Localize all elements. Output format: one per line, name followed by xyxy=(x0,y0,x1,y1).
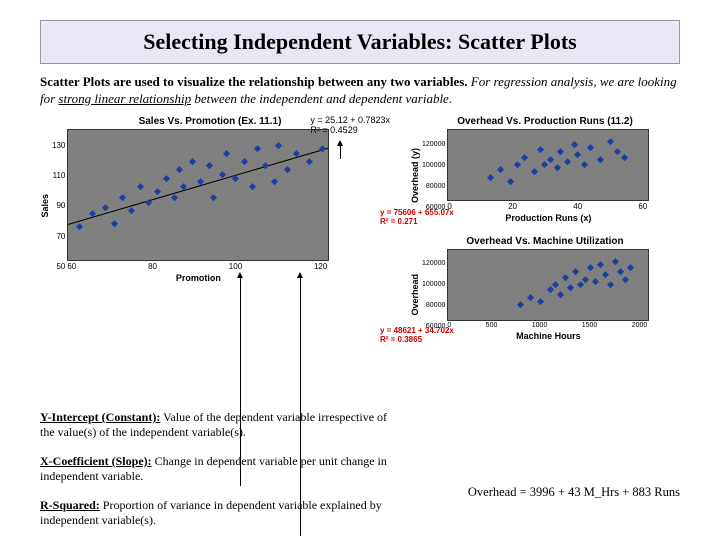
chart3-plot xyxy=(447,249,649,321)
chart1-ylabel: Sales xyxy=(40,194,50,218)
data-point xyxy=(176,167,183,174)
data-point xyxy=(189,158,196,165)
data-point xyxy=(154,188,161,195)
chart1-yticks: 130 110 90 70 50 xyxy=(52,141,65,271)
data-point xyxy=(597,156,604,163)
chart2-title: Overhead Vs. Production Runs (11.2) xyxy=(410,116,680,127)
chart2-yticks: 120000 100000 80000 60000 xyxy=(422,141,445,211)
data-point xyxy=(572,268,579,275)
data-point xyxy=(564,158,571,165)
chart1-equation: y = 25.12 + 0.7823x R² = 0.4529 xyxy=(310,116,390,136)
data-point xyxy=(128,207,135,214)
data-point xyxy=(547,156,554,163)
data-point xyxy=(284,167,291,174)
data-point xyxy=(581,161,588,168)
data-point xyxy=(223,150,230,157)
chart1-plot xyxy=(67,129,329,261)
chart-overhead-runs: Overhead Vs. Production Runs (11.2) Over… xyxy=(410,116,680,223)
chart2-plot xyxy=(447,129,649,201)
overhead-equation: Overhead = 3996 + 43 M_Hrs + 883 Runs xyxy=(468,485,680,500)
data-point xyxy=(319,145,326,152)
data-point xyxy=(537,146,544,153)
chart-sales-promotion: Sales Vs. Promotion (Ex. 11.1) Sales 130… xyxy=(40,116,380,283)
data-point xyxy=(497,166,504,173)
chart1-xlabel: Promotion xyxy=(67,273,329,283)
chart2-ylabel: Overhead (y) xyxy=(410,148,420,203)
data-point xyxy=(275,142,282,149)
data-point xyxy=(521,154,528,161)
data-point xyxy=(254,145,261,152)
data-point xyxy=(537,298,544,305)
data-point xyxy=(210,194,217,201)
chart2-equation: y = 75606 + 655.07x R² = 0.271 xyxy=(380,209,454,227)
data-point xyxy=(232,175,239,182)
intro-emph: strong linear relationship xyxy=(58,91,191,106)
data-point xyxy=(552,281,559,288)
data-point xyxy=(571,141,578,148)
data-point xyxy=(241,158,248,165)
data-point xyxy=(557,291,564,298)
chart-overhead-machine: Overhead Vs. Machine Utilization Overhea… xyxy=(410,236,680,341)
chart3-yticks: 120000 100000 80000 60000 xyxy=(422,260,445,330)
data-point xyxy=(487,174,494,181)
data-point xyxy=(541,161,548,168)
def-rsquared: R-Squared: Proportion of variance in dep… xyxy=(40,498,400,528)
intro-text: Scatter Plots are used to visualize the … xyxy=(40,74,680,108)
data-point xyxy=(587,144,594,151)
chart3-title: Overhead Vs. Machine Utilization xyxy=(410,236,680,247)
data-point xyxy=(621,154,628,161)
definitions: Y-Intercept (Constant): Value of the dep… xyxy=(40,410,400,542)
data-point xyxy=(119,194,126,201)
chart3-xlabel: Machine Hours xyxy=(447,331,649,341)
data-point xyxy=(531,168,538,175)
data-point xyxy=(517,301,524,308)
chart2-xlabel: Production Runs (x) xyxy=(447,213,649,223)
arrow-r2 xyxy=(340,144,341,159)
data-point xyxy=(76,223,83,230)
data-point xyxy=(617,268,624,275)
data-point xyxy=(614,148,621,155)
data-point xyxy=(527,294,534,301)
data-point xyxy=(627,264,634,271)
data-point xyxy=(554,164,561,171)
data-point xyxy=(574,151,581,158)
chart2-xticks: 0 20 40 60 xyxy=(447,202,647,211)
data-point xyxy=(171,194,178,201)
def-yintercept: Y-Intercept (Constant): Value of the dep… xyxy=(40,410,400,440)
data-point xyxy=(111,220,118,227)
data-point xyxy=(163,175,170,182)
data-point xyxy=(622,276,629,283)
data-point xyxy=(557,148,564,155)
data-point xyxy=(137,183,144,190)
data-point xyxy=(271,178,278,185)
data-point xyxy=(507,178,514,185)
data-point xyxy=(597,261,604,268)
data-point xyxy=(249,183,256,190)
data-point xyxy=(262,162,269,169)
intro-lead: Scatter Plots are used to visualize the … xyxy=(40,74,468,89)
intro-rest2: between the independent and dependent va… xyxy=(191,91,452,106)
data-point xyxy=(567,284,574,291)
def-xcoef: X-Coefficient (Slope): Change in depende… xyxy=(40,454,400,484)
data-point xyxy=(582,276,589,283)
data-point xyxy=(206,162,213,169)
chart3-equation: y = 48621 + 34.702x R² = 0.3865 xyxy=(380,327,454,345)
data-point xyxy=(607,138,614,145)
data-point xyxy=(612,258,619,265)
chart3-xticks: 0 500 1000 1500 2000 xyxy=(447,322,647,329)
data-point xyxy=(602,271,609,278)
chart1-trendline xyxy=(68,148,328,225)
data-point xyxy=(587,264,594,271)
data-point xyxy=(102,204,109,211)
data-point xyxy=(306,158,313,165)
data-point xyxy=(514,161,521,168)
data-point xyxy=(562,274,569,281)
chart3-ylabel: Overhead xyxy=(410,274,420,316)
data-point xyxy=(592,278,599,285)
chart1-xticks: 60 80 100 120 xyxy=(67,262,327,271)
data-point xyxy=(607,281,614,288)
slide-title: Selecting Independent Variables: Scatter… xyxy=(40,20,680,64)
